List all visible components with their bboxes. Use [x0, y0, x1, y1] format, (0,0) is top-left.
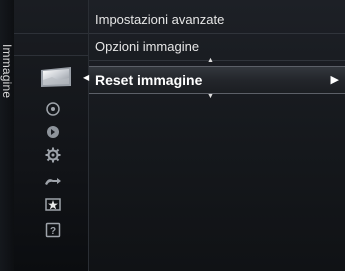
menu-item-label: Reset immagine: [95, 72, 203, 88]
menu-title: Immagine: [0, 44, 14, 99]
setup-icon[interactable]: [44, 146, 62, 164]
tv-menu-screen: Immagine ? Impostazioni avanzate Opzioni…: [0, 0, 345, 271]
menu-item-reset-picture[interactable]: Reset immagine ▶: [89, 66, 345, 94]
submenu-panel: Impostazioni avanzate Opzioni immagine: [89, 0, 345, 271]
scroll-up-arrow-icon: ▲: [207, 57, 214, 64]
picture-icon[interactable]: [38, 66, 74, 90]
submenu-arrow-icon: ▶: [330, 74, 339, 86]
application-icon[interactable]: [44, 196, 62, 214]
menu-item-advanced-settings[interactable]: Impostazioni avanzate: [95, 10, 224, 30]
menu-divider: [89, 60, 345, 61]
icon-column-divider: [14, 33, 88, 34]
svg-text:?: ?: [50, 226, 56, 237]
support-icon[interactable]: ?: [44, 221, 62, 239]
selection-pointer-icon: ◀: [83, 73, 90, 82]
icon-column-divider: [14, 55, 88, 56]
channel-icon[interactable]: [44, 123, 62, 141]
input-icon[interactable]: [44, 172, 62, 190]
menu-title-strip: Immagine: [0, 0, 14, 271]
menu-item-picture-options[interactable]: Opzioni immagine: [95, 37, 199, 57]
scroll-down-arrow-icon: ▼: [207, 93, 214, 100]
menu-divider: [89, 33, 345, 34]
sound-icon[interactable]: [44, 100, 62, 118]
